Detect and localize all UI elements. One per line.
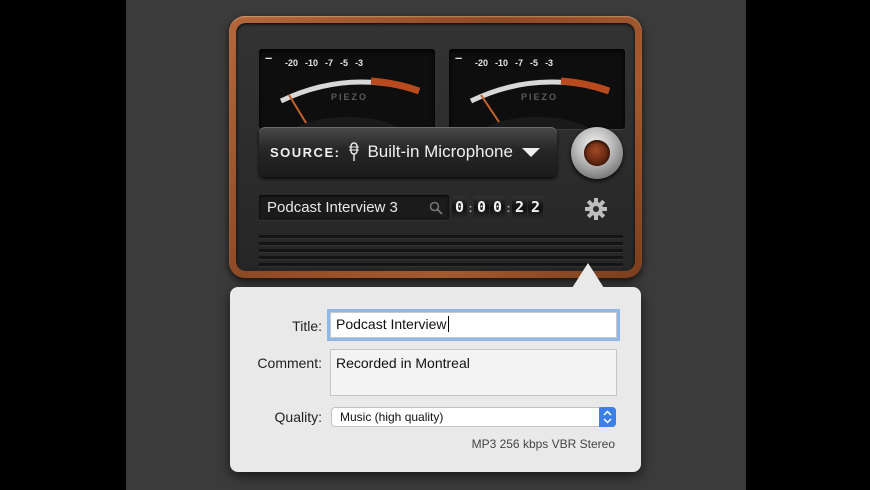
recording-name-text: Podcast Interview 3 [267,199,398,216]
text-caret [447,316,449,332]
vu-brand-label: PIEZO [331,92,369,102]
vu-meter-right: – -20 -10 -7 -5 -3 PIEZO [449,49,625,129]
vu-tick-label: -20 [475,58,489,68]
timer-digit: 0 [474,196,489,219]
metadata-popover: Title: Podcast Interview Comment: Record… [230,263,641,472]
format-description: MP3 256 kbps VBR Stereo [471,437,615,451]
vu-scale-left: -20 -10 -7 -5 -3 [285,58,363,68]
vu-tick-label: -20 [285,58,299,68]
timer-digit: 0 [490,196,505,219]
vu-tick-label: -10 [305,58,319,68]
vu-meter-left: – -20 -10 -7 -5 -3 PIEZO [259,49,435,129]
timer-digit: 2 [512,196,527,219]
magnifier-icon[interactable] [429,201,443,215]
recording-name-field[interactable]: Podcast Interview 3 [259,195,449,220]
vu-brand-label: PIEZO [521,92,559,102]
comment-field[interactable]: Recorded in Montreal [330,349,617,396]
popover-arrow [572,263,604,288]
vu-tick-label: -7 [325,58,334,68]
speaker-grille [259,235,623,270]
timer-digit: 0 [452,196,467,219]
quality-select[interactable]: Music (high quality) [331,407,616,427]
triangle-down-icon [521,147,540,157]
title-label: Title: [292,318,322,334]
quality-select-value: Music (high quality) [340,410,444,424]
source-selector[interactable]: SOURCE: Built-in Microphone [259,127,557,177]
radio-face: – -20 -10 -7 -5 -3 PIEZO – -20 -10 -7 -5… [236,23,635,271]
source-value: Built-in Microphone [367,142,513,161]
vu-tick-label: -5 [530,58,539,68]
microphone-icon [349,142,360,161]
vu-tick-label: -3 [355,58,364,68]
title-field[interactable]: Podcast Interview [330,312,617,338]
timer-separator: : [468,200,473,215]
vu-scale-right: -20 -10 -7 -5 -3 [475,58,553,68]
vu-tick-label: -7 [515,58,524,68]
select-stepper-icon[interactable] [599,407,616,427]
radio-wood-frame: – -20 -10 -7 -5 -3 PIEZO – -20 -10 -7 -5… [229,16,642,278]
vu-tick-label: -5 [340,58,349,68]
record-button[interactable] [571,127,623,179]
record-icon [584,140,610,166]
vu-minus-sign: – [265,50,273,65]
vu-tick-label: -3 [545,58,554,68]
elapsed-timer: 0 : 0 0 : 2 2 [452,195,557,220]
timer-digit: 2 [528,196,543,219]
gear-icon[interactable] [584,197,608,221]
vu-tick-label: -10 [495,58,509,68]
source-label: SOURCE: [270,144,341,160]
title-field-value: Podcast Interview [336,316,447,332]
vu-minus-sign: – [455,50,463,65]
timer-separator: : [506,200,511,215]
quality-label: Quality: [274,409,322,425]
comment-label: Comment: [257,355,322,371]
comment-field-value: Recorded in Montreal [336,355,470,371]
